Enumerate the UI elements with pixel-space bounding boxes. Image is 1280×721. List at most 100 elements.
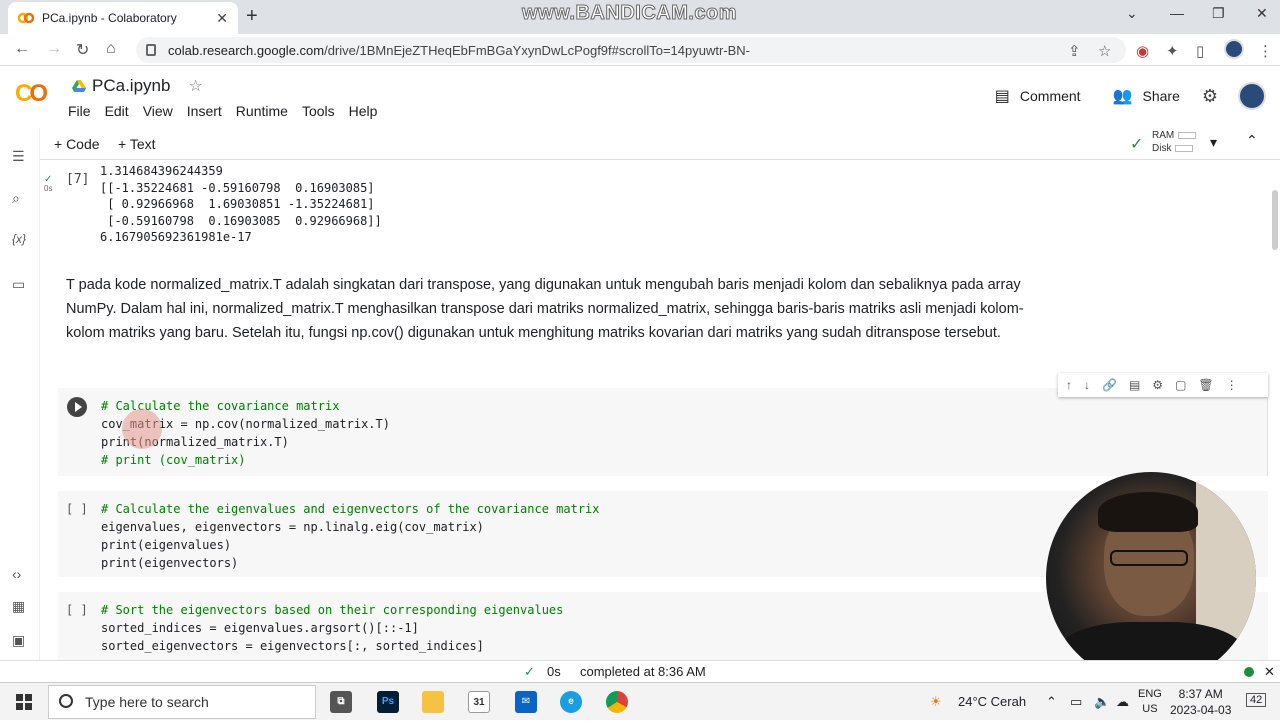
menu-tools[interactable]: Tools [302,103,335,119]
terminal-icon[interactable]: ▣ [12,632,25,649]
task-view-icon[interactable]: ⧉ [330,691,352,713]
minimize-icon[interactable]: — [1170,5,1184,21]
network-icon[interactable]: ▭ [1070,694,1082,710]
notification-badge[interactable]: 42 [1246,693,1267,707]
add-text-button[interactable]: + Text [118,136,156,152]
notebook-title[interactable]: PCa.ipynb [92,76,170,96]
menu-insert[interactable]: Insert [187,103,222,119]
menu-help[interactable]: Help [349,103,378,119]
star-icon[interactable]: ☆ [188,76,202,96]
run-cell-button[interactable] [67,397,87,417]
share-button[interactable]: 👥 Share [1113,86,1180,106]
colab-logo[interactable]: CO [15,80,48,108]
taskbar-search[interactable]: Type here to search [48,685,316,719]
connected-check-icon: ✓ [1130,136,1144,153]
settings-gear-icon[interactable]: ⚙ [1202,86,1218,107]
resource-monitor[interactable]: RAM Disk [1152,129,1197,155]
photoshop-icon[interactable]: Ps [377,691,399,713]
account-avatar[interactable] [1238,82,1266,110]
connection-status-dot [1244,667,1254,677]
exec-time: 0s [44,184,53,193]
code-snippets-icon[interactable]: ‹› [12,566,21,582]
new-tab-button[interactable]: + [246,5,258,28]
url-path: /drive/1BMnEjeZTHeqEbFmBGaYxynDwLcPogf9f… [324,42,751,58]
scrollbar[interactable] [1272,190,1278,250]
status-completed: completed at 8:36 AM [580,664,706,679]
url-field[interactable]: colab.research.google.com/drive/1BMnEjeZ… [136,37,1126,63]
close-tab-icon[interactable]: ✕ [216,10,228,27]
close-status-icon[interactable]: ✕ [1264,664,1275,680]
home-icon[interactable]: ⌂ [106,40,116,58]
windows-taskbar: Type here to search ⧉ Ps 31 ✉ e ☀ 24°C C… [0,682,1280,720]
weather-text[interactable]: 24°C Cerah [958,694,1026,709]
status-bar: ✓ 0s completed at 8:36 AM ✕ [0,660,1280,682]
weather-icon[interactable]: ☀ [930,694,942,710]
cell-toolbar: ↑ ↓ 🔗 ▤ ⚙ ▢ 🗑 ⋮ [1058,373,1268,397]
cell-bracket[interactable]: [ ] [66,502,88,516]
disk-label: Disk [1152,143,1172,154]
taskbar-search-placeholder: Type here to search [85,694,209,710]
browser-menu-icon[interactable]: ⋮ [1258,42,1273,60]
menu-file[interactable]: File [68,103,91,119]
menu-edit[interactable]: Edit [105,103,129,119]
execution-count: [7] [66,172,90,187]
active-code-cell[interactable]: # Calculate the covariance matrix cov_mat… [58,388,1268,476]
share-page-icon[interactable]: ⇪ [1068,42,1081,60]
code-line: # Sort the eigenvectors based on their c… [101,603,564,617]
extension-chrome-icon[interactable]: ◉ [1136,42,1149,60]
browser-tab[interactable]: PCa.ipynb - Colaboratory ✕ [8,2,238,34]
mirror-cell-icon[interactable]: ▢ [1175,378,1186,392]
comment-cell-icon[interactable]: ▤ [1129,378,1140,392]
close-window-icon[interactable]: ✕ [1256,5,1268,22]
windows-start-icon[interactable] [16,694,32,710]
add-code-button[interactable]: + Code [54,136,100,152]
tab-search-icon[interactable]: ⌄ [1126,5,1138,22]
variables-icon[interactable]: {x} [12,232,26,246]
markdown-text-cell[interactable]: T pada kode normalized_matrix.T adalah s… [66,273,1026,345]
menu-view[interactable]: View [143,103,173,119]
notebook-toolbar: + Code + Text ✓ RAM Disk ▾ ⌃ [40,128,1280,160]
maximize-icon[interactable]: ❐ [1212,5,1225,22]
comment-label: Comment [1019,88,1081,104]
code-editor[interactable]: # Sort the eigenvectors based on their c… [101,601,563,655]
browser-tab-bar: PCa.ipynb - Colaboratory ✕ + www.BANDICA… [0,0,1280,34]
language-indicator[interactable]: ENG US [1138,687,1162,717]
back-icon[interactable]: ← [14,40,30,58]
colab-favicon-icon [18,12,34,24]
collapse-header-icon[interactable]: ⌃ [1246,132,1258,149]
files-folder-icon[interactable]: ▭ [12,276,25,293]
cell-bracket[interactable]: [ ] [66,603,88,617]
mail-icon[interactable]: ✉ [515,691,537,713]
search-icon[interactable]: ⌕ [12,190,20,207]
cloud-icon[interactable]: ☁ [1116,694,1129,710]
move-up-icon[interactable]: ↑ [1066,378,1072,392]
cell-settings-icon[interactable]: ⚙ [1152,378,1163,392]
side-panel-icon[interactable]: ▯ [1196,42,1204,60]
forward-icon[interactable]: → [46,40,62,58]
tray-chevron-icon[interactable]: ⌃ [1046,694,1057,710]
reload-icon[interactable]: ↻ [76,40,89,60]
delete-icon[interactable]: 🗑 [1198,378,1213,392]
bookmark-star-icon[interactable]: ☆ [1098,42,1111,60]
edge-browser-icon[interactable]: e [560,691,582,713]
notebook-title-row: PCa.ipynb ☆ [72,76,203,96]
move-down-icon[interactable]: ↓ [1084,378,1090,392]
comment-button[interactable]: ▤ Comment [995,86,1081,106]
volume-icon[interactable]: 🔈 [1094,694,1110,710]
cursor-highlight [122,409,162,449]
link-icon[interactable]: 🔗 [1102,378,1117,392]
file-explorer-icon[interactable] [422,691,444,713]
runtime-dropdown-icon[interactable]: ▾ [1210,134,1217,151]
profile-avatar-icon[interactable] [1224,39,1244,63]
toc-menu-icon[interactable]: ☰ [12,148,25,165]
command-palette-icon[interactable]: ▦ [12,598,25,615]
code-editor[interactable]: # Calculate the eigenvalues and eigenvec… [101,500,600,572]
chrome-icon[interactable] [606,691,628,713]
extensions-puzzle-icon[interactable]: ✦ [1166,42,1179,60]
taskbar-clock[interactable]: 8:37 AM 2023-04-03 [1170,686,1231,718]
tab-title: PCa.ipynb - Colaboratory [42,11,177,25]
more-options-icon[interactable]: ⋮ [1226,378,1238,392]
calendar-app-icon[interactable]: 31 [468,691,490,713]
menu-runtime[interactable]: Runtime [236,103,288,119]
webcam-overlay [1046,472,1256,684]
